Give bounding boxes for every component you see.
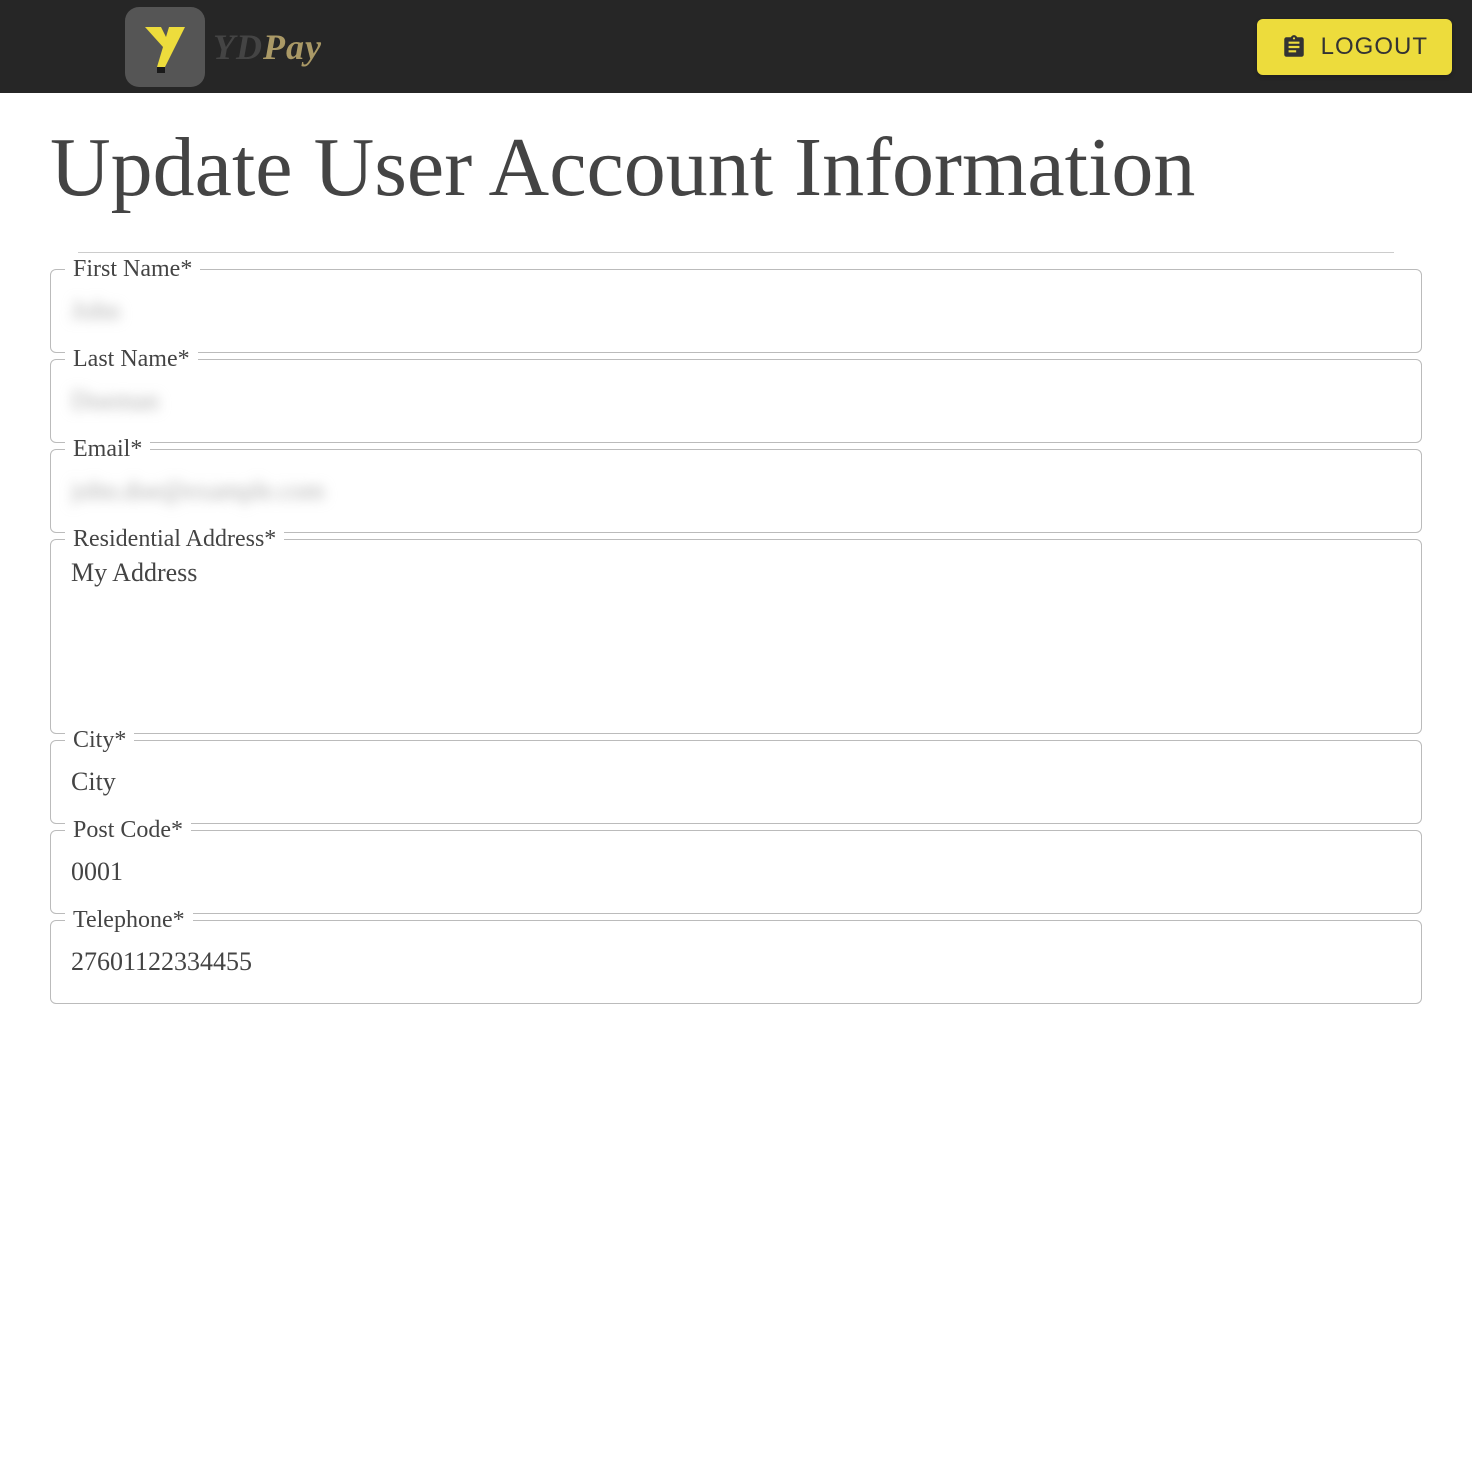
- main-content: Update User Account Information First Na…: [0, 93, 1472, 1030]
- telephone-input[interactable]: [71, 947, 1401, 977]
- brand-name: YDPay: [213, 26, 322, 68]
- last-name-label: Last Name*: [65, 346, 198, 373]
- first-name-label: First Name*: [65, 256, 200, 283]
- brand-logo-icon: [125, 7, 205, 87]
- city-input[interactable]: [71, 767, 1401, 797]
- ydpay-icon: [137, 19, 193, 75]
- residential-address-field-container: Residential Address*: [50, 539, 1422, 734]
- residential-address-label: Residential Address*: [65, 526, 284, 553]
- email-field-container: Email*: [50, 449, 1422, 533]
- clipboard-icon: [1281, 34, 1307, 60]
- city-field-container: City*: [50, 740, 1422, 824]
- divider: [78, 252, 1394, 253]
- post-code-label: Post Code*: [65, 817, 191, 844]
- last-name-field-container: Last Name*: [50, 359, 1422, 443]
- residential-address-input[interactable]: [71, 558, 1401, 708]
- first-name-input[interactable]: [71, 296, 1401, 326]
- logout-button[interactable]: LOGOUT: [1257, 19, 1452, 75]
- city-label: City*: [65, 727, 134, 754]
- email-input[interactable]: [71, 476, 1401, 506]
- first-name-field-container: First Name*: [50, 269, 1422, 353]
- telephone-field-container: Telephone*: [50, 920, 1422, 1004]
- page-title: Update User Account Information: [50, 113, 1422, 222]
- logout-label: LOGOUT: [1321, 33, 1428, 61]
- last-name-input[interactable]: [71, 386, 1401, 416]
- email-label: Email*: [65, 436, 150, 463]
- post-code-input[interactable]: [71, 857, 1401, 887]
- main-header: YDPay LOGOUT: [0, 0, 1472, 93]
- telephone-label: Telephone*: [65, 907, 193, 934]
- post-code-field-container: Post Code*: [50, 830, 1422, 914]
- brand-logo[interactable]: YDPay: [125, 7, 322, 87]
